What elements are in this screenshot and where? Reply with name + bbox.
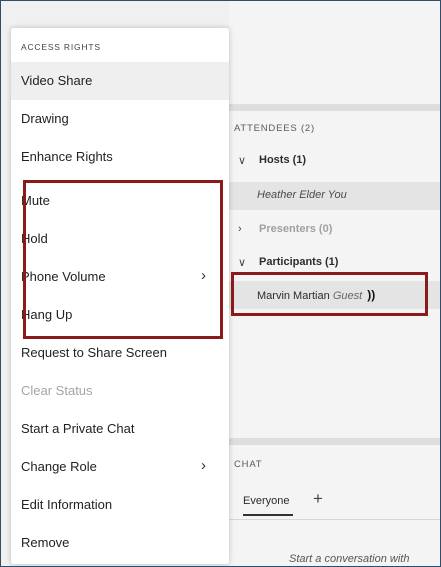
menu-item-change-role[interactable]: Change Role ›	[11, 448, 229, 486]
divider	[229, 519, 440, 520]
hosts-label: Hosts (1)	[259, 154, 307, 166]
participants-label: Participants (1)	[259, 256, 339, 268]
chat-empty-message: Start a conversation with	[289, 553, 410, 565]
presenters-group[interactable]: › Presenters (0)	[229, 216, 440, 244]
menu-item-drawing[interactable]: Drawing	[11, 100, 229, 138]
hosts-group[interactable]: ∨ Hosts (1)	[229, 147, 440, 175]
divider	[229, 104, 440, 111]
menu-item-video-share[interactable]: Video Share	[11, 62, 229, 100]
menu-item-enhance-rights[interactable]: Enhance Rights	[11, 138, 229, 176]
chevron-right-icon: ›	[238, 223, 242, 235]
active-tab-indicator	[243, 514, 293, 516]
menu-item-clear-status: Clear Status	[21, 383, 93, 398]
highlight-box	[231, 272, 428, 316]
menu-item-request-share-screen[interactable]: Request to Share Screen	[11, 334, 229, 372]
add-chat-tab-icon[interactable]: +	[313, 489, 323, 509]
top-area	[229, 1, 440, 104]
attendee-row[interactable]: Heather Elder You	[229, 182, 440, 210]
menu-item-remove[interactable]: Remove	[11, 524, 229, 562]
chevron-right-icon: ›	[201, 457, 206, 474]
presenters-label: Presenters (0)	[259, 223, 333, 235]
highlight-box	[23, 180, 223, 339]
menu-item-private-chat[interactable]: Start a Private Chat	[11, 410, 229, 448]
attendees-header: ATTENDEES (2)	[234, 123, 315, 134]
divider	[229, 438, 440, 445]
attendee-tag: You	[327, 189, 347, 201]
chevron-down-icon: ∨	[238, 257, 247, 269]
menu-item-edit-information[interactable]: Edit Information	[11, 486, 229, 524]
menu-section-header: ACCESS RIGHTS	[21, 42, 101, 52]
chat-tab-everyone[interactable]: Everyone	[243, 495, 289, 507]
attendee-name: Heather Elder	[257, 189, 325, 201]
chat-header: CHAT	[234, 459, 263, 470]
chevron-down-icon: ∨	[238, 155, 247, 167]
app-frame: ATTENDEES (2) ∨ Hosts (1) Heather Elder …	[0, 0, 441, 567]
